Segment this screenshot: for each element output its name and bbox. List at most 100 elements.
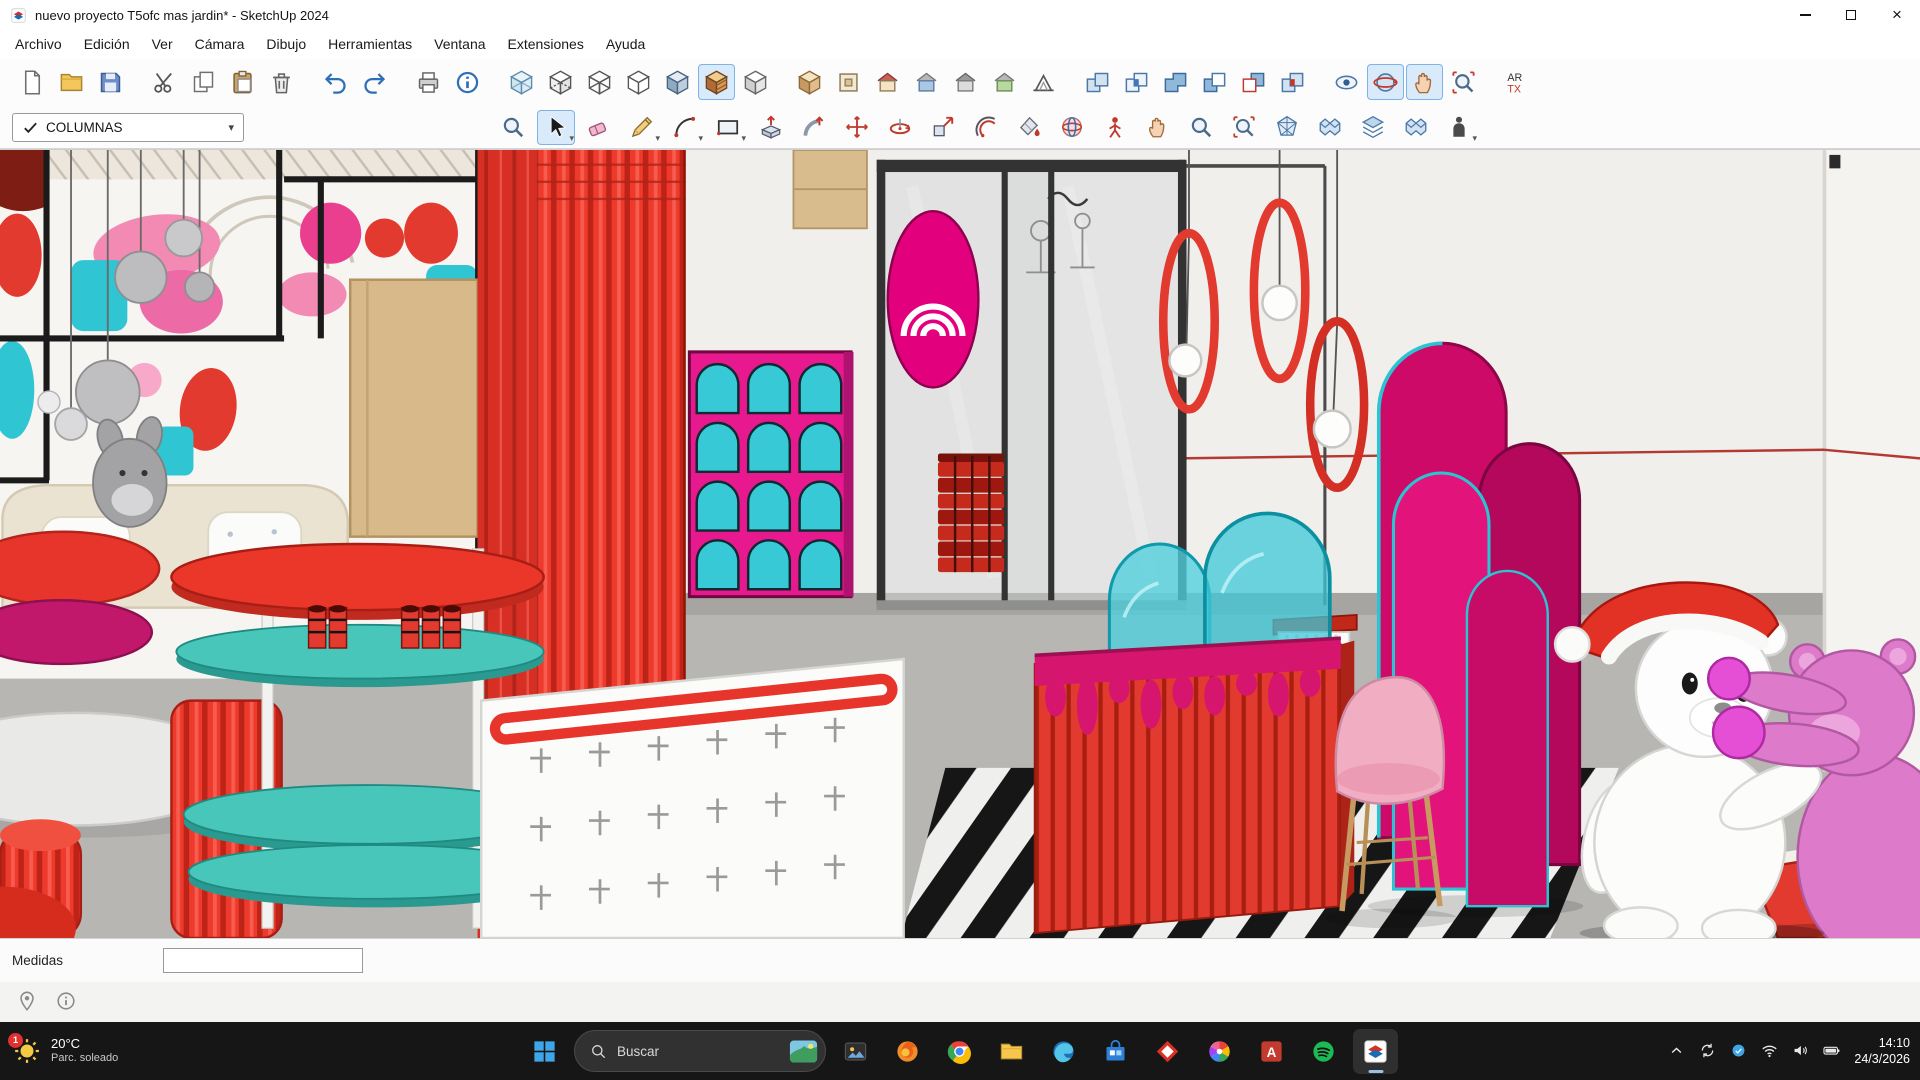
menu-edicion[interactable]: Edición [73, 32, 141, 56]
union-button[interactable] [1157, 64, 1194, 100]
taskbar-clock[interactable]: 14:10 24/3/2026 [1854, 1035, 1910, 1068]
rectangle-button[interactable]: ▾ [709, 110, 747, 145]
orbit-tool-button[interactable] [1053, 110, 1091, 145]
subtract-button[interactable] [1196, 64, 1233, 100]
wifi-button[interactable] [1760, 1041, 1780, 1061]
outer-shell-button[interactable] [1079, 64, 1116, 100]
photos-taskbar-button[interactable] [1197, 1029, 1242, 1074]
walk-caret[interactable]: ▾ [1472, 134, 1477, 143]
onedrive-button[interactable] [1729, 1041, 1749, 1061]
style-shaded-button[interactable] [659, 64, 696, 100]
close-button[interactable]: × [1874, 0, 1920, 30]
spotify-taskbar-button[interactable] [1301, 1029, 1346, 1074]
view-right-button[interactable] [908, 64, 945, 100]
taskbar-search[interactable]: Buscar [574, 1030, 826, 1072]
style-monochrome-button[interactable] [737, 64, 774, 100]
menu-ayuda[interactable]: Ayuda [595, 32, 656, 56]
walk-button[interactable]: ▾ [1440, 110, 1478, 145]
style-wireframe-button[interactable] [581, 64, 618, 100]
microsoft-store-taskbar-button[interactable] [1093, 1029, 1138, 1074]
taskbar-weather[interactable]: 1 20°C Parc. soleado [12, 1036, 118, 1066]
battery-button[interactable] [1822, 1041, 1842, 1061]
print-button[interactable] [410, 64, 447, 100]
measurements-input[interactable] [163, 948, 363, 973]
model-scene[interactable] [0, 150, 1920, 938]
firefox-taskbar-button[interactable] [885, 1029, 930, 1074]
scale-button[interactable] [924, 110, 962, 145]
position-camera-button[interactable] [1096, 110, 1134, 145]
select-button[interactable]: ▾ [537, 110, 575, 145]
search-commands-button[interactable] [494, 110, 532, 145]
geolocation-button[interactable] [16, 990, 40, 1014]
line-button[interactable]: ▾ [623, 110, 661, 145]
menu-archivo[interactable]: Archivo [4, 32, 73, 56]
menu-dibujo[interactable]: Dibujo [255, 32, 317, 56]
menu-herramientas[interactable]: Herramientas [317, 32, 423, 56]
orbit-button[interactable] [1367, 64, 1404, 100]
style-xray-button[interactable] [503, 64, 540, 100]
zoom-window-button[interactable] [1445, 64, 1482, 100]
view-back-button[interactable] [947, 64, 984, 100]
volume-button[interactable] [1791, 1041, 1811, 1061]
follow-me-button[interactable] [795, 110, 833, 145]
style-back-edges-button[interactable] [542, 64, 579, 100]
start-taskbar-button[interactable] [522, 1029, 567, 1074]
view-iso-button[interactable] [791, 64, 828, 100]
menu-ventana[interactable]: Ventana [423, 32, 496, 56]
menu-camara[interactable]: Cámara [184, 32, 256, 56]
credits-button[interactable] [55, 990, 79, 1014]
tags-caret-icon[interactable]: ▾ [228, 121, 234, 134]
select-caret[interactable]: ▾ [569, 134, 574, 143]
soften-edges-button[interactable] [1268, 110, 1306, 145]
offset-button[interactable] [967, 110, 1005, 145]
cut-button[interactable] [146, 64, 183, 100]
sandbox-from-scratch-button[interactable] [1354, 110, 1392, 145]
viewport-3d[interactable] [0, 149, 1920, 938]
view-top-button[interactable] [830, 64, 867, 100]
split-button[interactable] [1274, 64, 1311, 100]
save-button[interactable] [92, 64, 129, 100]
new-button[interactable] [14, 64, 51, 100]
zoom-button[interactable] [1182, 110, 1220, 145]
view-two-point-button[interactable] [1025, 64, 1062, 100]
minimize-button[interactable] [1782, 0, 1828, 30]
zoom-extents-button[interactable] [1225, 110, 1263, 145]
maximize-button[interactable] [1828, 0, 1874, 30]
eraser-button[interactable] [580, 110, 618, 145]
rotate-button[interactable] [881, 110, 919, 145]
menu-ver[interactable]: Ver [141, 32, 184, 56]
open-button[interactable] [53, 64, 90, 100]
text-styles-button[interactable]: ARTX [1499, 64, 1536, 100]
paste-button[interactable] [224, 64, 261, 100]
smoove-button[interactable] [1397, 110, 1435, 145]
redo-button[interactable] [356, 64, 393, 100]
look-around-button[interactable] [1328, 64, 1365, 100]
model-info-button[interactable] [449, 64, 486, 100]
view-front-button[interactable] [869, 64, 906, 100]
arc-caret[interactable]: ▾ [698, 134, 703, 143]
arc-button[interactable]: ▾ [666, 110, 704, 145]
gallery-taskbar-button[interactable] [833, 1029, 878, 1074]
trim-button[interactable] [1235, 64, 1272, 100]
delete-button[interactable] [263, 64, 300, 100]
chrome-taskbar-button[interactable] [937, 1029, 982, 1074]
view-left-button[interactable] [986, 64, 1023, 100]
menu-extensiones[interactable]: Extensiones [497, 32, 595, 56]
pan-button[interactable] [1406, 64, 1443, 100]
sync-button[interactable] [1698, 1041, 1718, 1061]
paint-bucket-button[interactable] [1010, 110, 1048, 145]
sandbox-from-contours-button[interactable] [1311, 110, 1349, 145]
style-hidden-line-button[interactable] [620, 64, 657, 100]
file-explorer-taskbar-button[interactable] [989, 1029, 1034, 1074]
edge-taskbar-button[interactable] [1041, 1029, 1086, 1074]
autocad-taskbar-button[interactable]: A [1249, 1029, 1294, 1074]
undo-button[interactable] [317, 64, 354, 100]
pan-tool-button[interactable] [1139, 110, 1177, 145]
rectangle-caret[interactable]: ▾ [741, 134, 746, 143]
intersect-button[interactable] [1118, 64, 1155, 100]
tags-dropdown[interactable]: COLUMNAS ▾ [12, 113, 244, 142]
style-shaded-textures-button[interactable] [698, 64, 735, 100]
move-button[interactable] [838, 110, 876, 145]
copy-button[interactable] [185, 64, 222, 100]
line-caret[interactable]: ▾ [655, 134, 660, 143]
